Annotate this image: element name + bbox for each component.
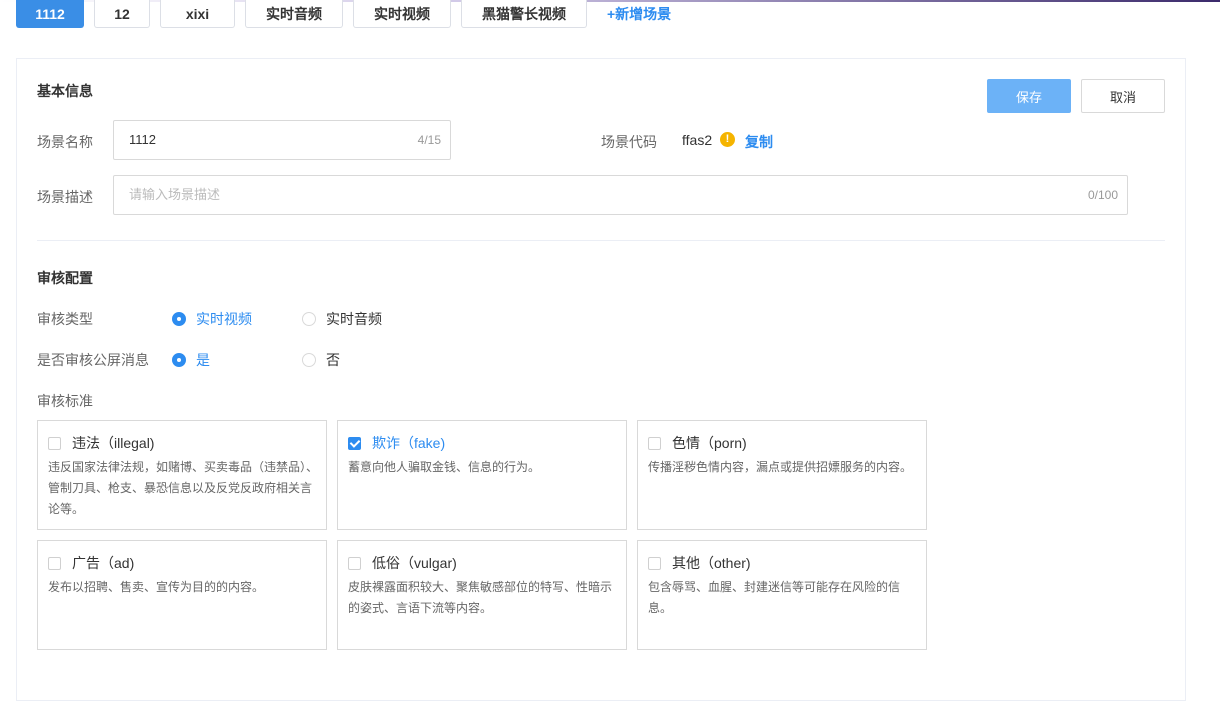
tab-scene-xixi[interactable]: xixi <box>160 0 235 28</box>
checkbox-checked[interactable] <box>348 436 361 450</box>
review-public-label: 是否审核公屏消息 <box>37 352 149 368</box>
criteria-head: 广告（ad) <box>48 553 134 573</box>
section-divider <box>37 240 1165 241</box>
criteria-head: 低俗（vulgar) <box>348 553 457 573</box>
radio-label: 实时视频 <box>196 311 252 327</box>
checkbox[interactable] <box>48 436 61 450</box>
checkbox[interactable] <box>48 556 61 570</box>
criteria-head: 其他（other) <box>648 553 751 573</box>
tab-scene-realtime-audio[interactable]: 实时音频 <box>245 0 343 28</box>
tab-scene-12[interactable]: 12 <box>94 0 150 28</box>
criteria-desc: 发布以招聘、售卖、宣传为目的的内容。 <box>48 580 265 594</box>
criteria-title: 其他（other) <box>672 555 751 571</box>
scene-config-card: 基本信息 保存 取消 场景名称 1112 4/15 场景代码 ffas2 ! 复… <box>16 58 1186 701</box>
tab-scene-1112[interactable]: 1112 <box>16 0 84 28</box>
tab-scene-realtime-video[interactable]: 实时视频 <box>353 0 451 28</box>
criteria-desc: 蓄意向他人骗取金钱、信息的行为。 <box>348 460 541 474</box>
radio-label: 实时音频 <box>326 311 382 327</box>
criteria-title: 违法（illegal) <box>72 435 155 451</box>
save-button[interactable]: 保存 <box>987 79 1071 113</box>
criteria-card-vulgar[interactable]: 低俗（vulgar) 皮肤裸露面积较大、聚焦敏感部位的特写、性暗示的姿式、言语下… <box>337 540 627 650</box>
radio-dot <box>302 353 316 367</box>
radio-review-type-audio[interactable]: 实时音频 <box>302 309 382 329</box>
checkbox[interactable] <box>648 556 661 570</box>
scene-desc-input[interactable]: 请输入场景描述 0/100 <box>113 175 1128 215</box>
scene-code-value: ffas2 <box>682 132 713 148</box>
criteria-desc: 违反国家法律法规，如赌博、买卖毒品（违禁品）、管制刀具、枪支、暴恐信息以及反党反… <box>48 460 319 516</box>
exclamation-circle-icon: ! <box>720 132 735 147</box>
criteria-card-fake[interactable]: 欺诈（fake) 蓄意向他人骗取金钱、信息的行为。 <box>337 420 627 530</box>
criteria-card-other[interactable]: 其他（other) 包含辱骂、血腥、封建迷信等可能存在风险的信息。 <box>637 540 927 650</box>
scene-tabs: 1112 12 xixi 实时音频 实时视频 黑猫警长视频 +新增场景 <box>16 0 671 28</box>
basic-info-title: 基本信息 <box>37 83 93 99</box>
review-standard-label: 审核标准 <box>37 393 93 409</box>
scene-name-counter: 4/15 <box>417 133 441 147</box>
scene-desc-placeholder: 请输入场景描述 <box>129 187 221 202</box>
copy-code-link[interactable]: 复制 <box>745 132 773 152</box>
scene-code-label: 场景代码 <box>601 134 657 150</box>
criteria-desc: 包含辱骂、血腥、封建迷信等可能存在风险的信息。 <box>648 580 901 615</box>
checkbox[interactable] <box>348 556 361 570</box>
radio-public-no[interactable]: 否 <box>302 350 340 370</box>
criteria-title: 色情（porn) <box>672 435 747 451</box>
radio-public-yes[interactable]: 是 <box>172 350 210 370</box>
criteria-card-porn[interactable]: 色情（porn) 传播淫秽色情内容，漏点或提供招嫖服务的内容。 <box>637 420 927 530</box>
checkbox[interactable] <box>648 436 661 450</box>
criteria-head: 色情（porn) <box>648 433 747 453</box>
criteria-desc: 传播淫秽色情内容，漏点或提供招嫖服务的内容。 <box>648 460 913 474</box>
review-type-label: 审核类型 <box>37 311 93 327</box>
radio-label: 否 <box>326 352 340 368</box>
criteria-title: 低俗（vulgar) <box>372 555 457 571</box>
criteria-title: 广告（ad) <box>72 555 135 571</box>
cancel-button[interactable]: 取消 <box>1081 79 1165 113</box>
review-config-title: 审核配置 <box>37 270 93 286</box>
scene-name-label: 场景名称 <box>37 134 93 150</box>
scene-name-input[interactable]: 1112 4/15 <box>113 120 451 160</box>
tab-scene-black-cat-video[interactable]: 黑猫警长视频 <box>461 0 587 28</box>
radio-dot <box>172 353 186 367</box>
criteria-head: 欺诈（fake) <box>348 433 445 453</box>
radio-label: 是 <box>196 352 210 368</box>
criteria-desc: 皮肤裸露面积较大、聚焦敏感部位的特写、性暗示的姿式、言语下流等内容。 <box>348 580 613 615</box>
criteria-title: 欺诈（fake) <box>372 435 446 451</box>
scene-desc-label: 场景描述 <box>37 189 93 205</box>
add-scene-link[interactable]: +新增场景 <box>607 0 671 28</box>
scene-name-value: 1112 <box>129 132 156 147</box>
scene-desc-counter: 0/100 <box>1087 188 1118 202</box>
criteria-card-illegal[interactable]: 违法（illegal) 违反国家法律法规，如赌博、买卖毒品（违禁品）、管制刀具、… <box>37 420 327 530</box>
radio-review-type-video[interactable]: 实时视频 <box>172 309 252 329</box>
radio-dot <box>302 312 316 326</box>
criteria-head: 违法（illegal) <box>48 433 154 453</box>
radio-dot <box>172 312 186 326</box>
criteria-card-ad[interactable]: 广告（ad) 发布以招聘、售卖、宣传为目的的内容。 <box>37 540 327 650</box>
